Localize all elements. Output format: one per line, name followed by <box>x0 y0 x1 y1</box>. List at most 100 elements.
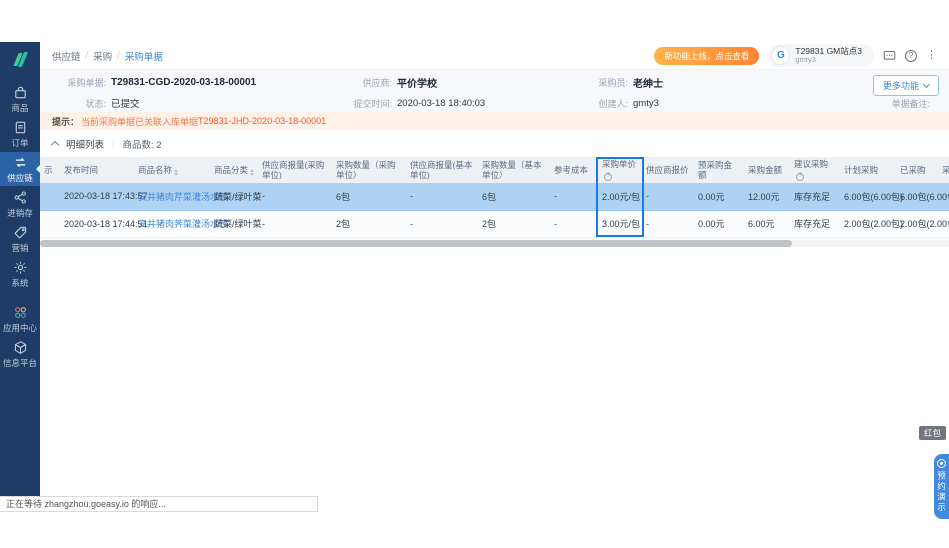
inventory-icon <box>12 189 28 205</box>
detail-section-header: 明细列表 | 商品数: 2 <box>40 130 949 157</box>
info-icon[interactable]: ? <box>796 173 804 181</box>
column-header: 采购单价? <box>598 157 642 183</box>
more-functions-button[interactable]: 更多功能 <box>873 75 939 96</box>
app-center-icon <box>12 304 28 320</box>
field-label: 单据备注: <box>880 97 930 110</box>
sidebar-item-marketing[interactable]: 营销 <box>0 222 40 256</box>
linked-document-link[interactable]: T29831-JHD-2020-03-18-00001 <box>198 116 326 126</box>
red-packet-badge[interactable]: 红包 <box>919 426 946 440</box>
table-cell: - <box>642 183 694 210</box>
sidebar-item-system[interactable]: 系统 <box>0 257 40 291</box>
main-area: 供应链/采购/采购单据 新功能上线，点击查看 G T29831 GM站点3 gm… <box>40 42 949 512</box>
user-menu[interactable]: G T29831 GM站点3 gmty3 <box>768 44 874 67</box>
product-count: 商品数: 2 <box>122 137 161 151</box>
table-row[interactable]: 2020-03-18 17:43:57安井猪肉芹菜灌汤水饺蔬菜/绿叶菜-6包-6… <box>40 183 949 210</box>
system-icon <box>12 259 28 275</box>
sidebar-item-label: 进销存 <box>7 207 33 219</box>
table-cell: 蔬菜/绿叶菜 <box>210 183 258 210</box>
sidebar-item-goods[interactable]: 商品 <box>0 82 40 116</box>
product-name-link[interactable]: 安井猪肉芹菜灌汤水饺 <box>134 183 210 210</box>
collapse-icon[interactable] <box>51 141 59 149</box>
column-header[interactable]: 商品分类 <box>210 157 258 183</box>
table-cell: 6.00元 <box>744 210 790 237</box>
breadcrumb-item[interactable]: 供应链 <box>52 49 81 63</box>
order-field: 供应商: 平价学校 <box>344 75 584 90</box>
order-summary-card: 采购单据: T29831-CGD-2020-03-18-00001 供应商: 平价学校… <box>40 70 949 112</box>
brand-logo-icon[interactable] <box>0 46 40 72</box>
column-header: 参考成本 <box>550 157 598 183</box>
field-value: T29831-CGD-2020-03-18-00001 <box>111 77 256 88</box>
sidebar-item-label: 系统 <box>11 277 28 289</box>
marketing-icon <box>12 224 28 240</box>
help-icon[interactable]: ? <box>905 50 917 62</box>
sort-icon[interactable] <box>174 169 178 176</box>
order-field: 采购单据: T29831-CGD-2020-03-18-00001 <box>48 76 344 89</box>
sidebar-item-label: 营销 <box>11 242 28 254</box>
table-cell: 0.00元 <box>694 210 744 237</box>
column-header: 发布时间 <box>60 157 134 183</box>
message-icon[interactable] <box>883 49 896 62</box>
sidebar-item-label: 信息平台 <box>3 357 37 369</box>
more-menu-icon[interactable]: ⋮ <box>926 50 937 61</box>
field-label: 创建人: <box>584 97 628 110</box>
table-cell: - <box>406 210 478 237</box>
breadcrumb: 供应链/采购/采购单据 <box>52 49 163 63</box>
table-cell: - <box>258 183 332 210</box>
sidebar-item-info-platform[interactable]: 信息平台 <box>0 337 40 371</box>
sidebar-item-app-center[interactable]: 应用中心 <box>0 302 40 336</box>
breadcrumb-separator: / <box>117 50 120 61</box>
sidebar-item-label: 订单 <box>11 137 28 149</box>
field-label: 采购员: <box>584 76 628 89</box>
sidebar-item-supply-chain[interactable]: 供应链 <box>0 152 40 186</box>
table-cell: 6.00包(6.00包) <box>896 183 949 210</box>
chevron-down-icon <box>923 81 930 88</box>
field-label: 供应商: <box>344 76 392 89</box>
scrollbar-thumb[interactable] <box>40 240 792 247</box>
field-value: 已提交 <box>111 96 140 110</box>
table-cell: 2.00包(2.00包) <box>896 210 949 237</box>
table-cell: 2020-03-18 17:43:57 <box>60 183 134 210</box>
sidebar-item-label: 商品 <box>11 102 28 114</box>
column-header: 供应商报价 <box>642 157 694 183</box>
table-cell <box>40 210 60 237</box>
column-header[interactable]: 商品名称 <box>134 157 210 183</box>
notice-text: 当前采购单据已关联入库单据 <box>81 115 198 128</box>
field-value: 平价学校 <box>397 75 437 90</box>
field-label: 采购单据: <box>48 76 106 89</box>
sidebar-item-orders[interactable]: 订单 <box>0 117 40 151</box>
table-cell: 0.00元 <box>694 183 744 210</box>
sidebar-item-inventory[interactable]: 进销存 <box>0 187 40 221</box>
avatar: G <box>771 46 790 65</box>
orders-icon <box>12 119 28 135</box>
info-platform-icon <box>12 339 28 355</box>
detail-title: 明细列表 <box>66 137 104 151</box>
new-feature-badge[interactable]: 新功能上线，点击查看 <box>654 47 759 65</box>
table-cell: 2.00包(2.00包) <box>840 210 896 237</box>
order-field: 采购员:老绅士 <box>584 75 880 90</box>
supply-chain-icon <box>12 154 28 170</box>
detail-table: 示发布时间商品名称商品分类供应商报量(采购单位)采购数量（采购单位）供应商报量(… <box>40 157 949 238</box>
browser-status-text: 正在等待 zhangzhou.goeasy.io 的响应... <box>0 496 318 512</box>
sidebar: 商品订单供应链进销存营销系统 应用中心信息平台 <box>0 42 40 512</box>
divider: | <box>112 138 114 149</box>
column-header: 示 <box>40 157 60 183</box>
demo-float-button[interactable]: 预约演示 <box>934 454 949 519</box>
goods-icon <box>12 84 28 100</box>
table-cell: - <box>406 183 478 210</box>
linked-document-notice: 提示： 当前采购单据已关联入库单据 T29831-JHD-2020-03-18-… <box>40 112 949 130</box>
table-row[interactable]: 2020-03-18 17:44:51安井猪肉荠菜灌汤水饺蔬菜/绿叶菜-2包-2… <box>40 210 949 237</box>
sort-icon[interactable] <box>250 169 254 176</box>
table-cell: 3.00元/包 <box>598 210 642 237</box>
info-icon[interactable]: ? <box>604 173 612 181</box>
product-name-link[interactable]: 安井猪肉荠菜灌汤水饺 <box>134 210 210 237</box>
breadcrumb-item[interactable]: 采购 <box>93 49 112 63</box>
table-cell: 2包 <box>478 210 550 237</box>
order-field: 状态:已提交 <box>48 96 344 110</box>
table-cell: 库存充足 <box>790 183 840 210</box>
table-cell: - <box>642 210 694 237</box>
breadcrumb-separator: / <box>86 50 89 61</box>
column-header: 预采购金额 <box>694 157 744 183</box>
order-field: 提交时间:2020-03-18 18:40:03 <box>344 97 584 110</box>
demo-icon <box>937 459 946 468</box>
table-cell: 2.00元/包 <box>598 183 642 210</box>
